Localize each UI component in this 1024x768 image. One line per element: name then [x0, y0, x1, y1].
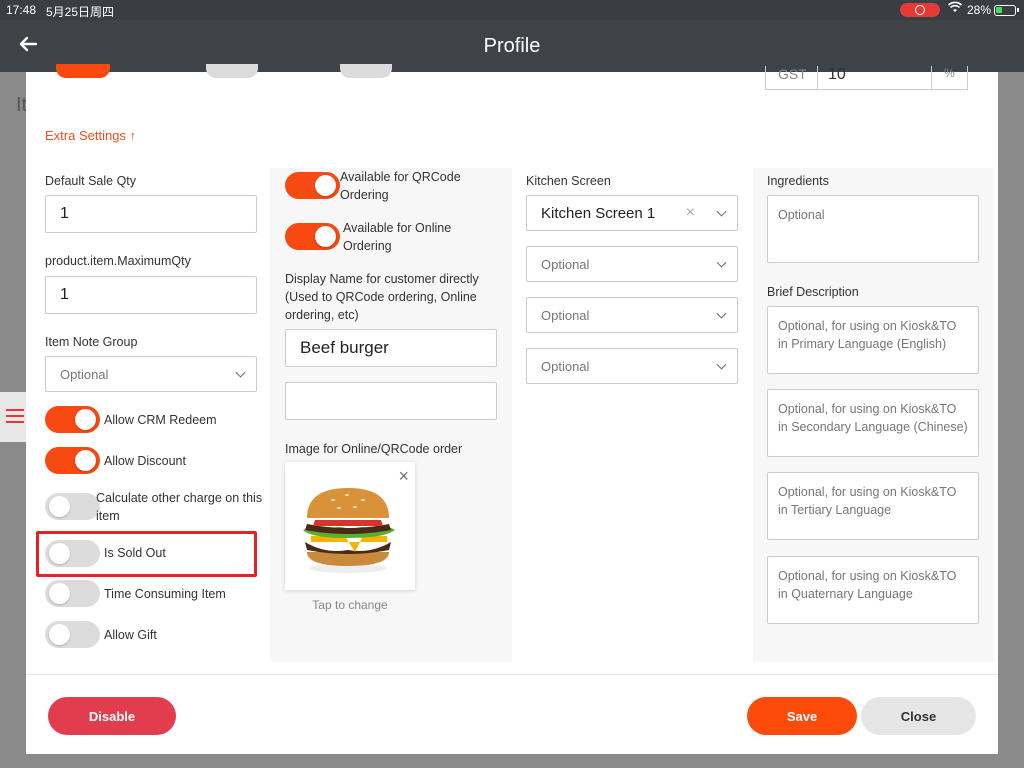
- product-image[interactable]: ×: [285, 462, 415, 590]
- burger-image: [303, 488, 395, 573]
- optional-placeholder: Optional: [541, 307, 590, 323]
- default-sale-qty-input[interactable]: 1: [45, 195, 257, 233]
- chevron-down-icon: [235, 367, 246, 378]
- status-bar: 17:48 5月25日周四 28%: [0, 0, 1024, 20]
- chevron-down-icon: [716, 257, 727, 268]
- status-time: 17:48: [6, 3, 37, 17]
- allow-gift-label: Allow Gift: [104, 628, 157, 642]
- time-consuming-item-toggle[interactable]: [45, 580, 100, 607]
- kitchen-screen-select-3[interactable]: Optional: [526, 297, 738, 333]
- default-sale-qty-label: Default Sale Qty: [45, 174, 137, 188]
- chevron-down-icon: [716, 359, 727, 370]
- partial-toggle[interactable]: [206, 64, 258, 78]
- close-button[interactable]: Close: [861, 697, 976, 735]
- modal-footer: Disable Save Close: [26, 674, 998, 754]
- brief-primary-input[interactable]: Optional, for using on Kiosk&TO in Prima…: [767, 306, 979, 374]
- optional-placeholder: Optional: [541, 256, 590, 272]
- settings-column-2: Available for QRCode Ordering Available …: [270, 168, 512, 662]
- highlight-box: [36, 531, 257, 577]
- kitchen-screen-select[interactable]: Kitchen Screen 1 ×: [526, 195, 738, 231]
- menu-icon[interactable]: [0, 392, 26, 442]
- wifi-icon: [947, 1, 963, 16]
- chevron-down-icon: [716, 206, 727, 217]
- display-name-input[interactable]: Beef burger: [285, 329, 497, 367]
- allow-gift-toggle[interactable]: [45, 621, 100, 648]
- online-ordering-toggle[interactable]: [285, 223, 340, 250]
- partial-toggle[interactable]: [340, 64, 392, 78]
- battery-percent: 28%: [967, 3, 992, 17]
- status-date: 5月25日周四: [46, 5, 115, 19]
- time-consuming-item-label: Time Consuming Item: [104, 587, 226, 601]
- gst-field[interactable]: GST 10 %: [765, 66, 968, 90]
- screen-record-icon: [900, 3, 940, 17]
- qrcode-ordering-label: Available for QRCode Ordering: [340, 170, 461, 202]
- image-label: Image for Online/QRCode order: [285, 442, 463, 456]
- allow-crm-redeem-toggle[interactable]: [45, 406, 100, 433]
- brief-secondary-input[interactable]: Optional, for using on Kiosk&TO in Secon…: [767, 389, 979, 457]
- max-qty-label: product.item.MaximumQty: [45, 254, 191, 268]
- kitchen-screen-select-2[interactable]: Optional: [526, 246, 738, 282]
- brief-quaternary-input[interactable]: Optional, for using on Kiosk&TO in Quate…: [767, 556, 979, 624]
- chevron-down-icon: [716, 308, 727, 319]
- gst-value[interactable]: 10: [828, 66, 846, 84]
- qrcode-ordering-toggle[interactable]: [285, 172, 340, 199]
- max-qty-input[interactable]: 1: [45, 276, 257, 314]
- clear-icon[interactable]: ×: [686, 204, 695, 222]
- battery-icon: [994, 5, 1019, 16]
- kitchen-screen-label: Kitchen Screen: [526, 174, 611, 188]
- tap-to-change-label[interactable]: Tap to change: [285, 598, 415, 612]
- gst-unit: %: [931, 66, 967, 89]
- remove-image-icon[interactable]: ×: [398, 466, 409, 487]
- kitchen-screen-value: Kitchen Screen 1: [541, 204, 656, 222]
- allow-discount-label: Allow Discount: [104, 454, 186, 468]
- item-note-group-select[interactable]: Optional: [45, 356, 257, 392]
- settings-column-3: Kitchen Screen Kitchen Screen 1 × Option…: [512, 168, 753, 662]
- item-profile-modal: GST 10 % Extra Settings ↑ Default Sale Q…: [26, 64, 998, 754]
- allow-crm-redeem-label: Allow CRM Redeem: [104, 413, 217, 427]
- allow-discount-toggle[interactable]: [45, 447, 100, 474]
- optional-placeholder: Optional: [541, 358, 590, 374]
- display-name-secondary-input[interactable]: [285, 382, 497, 420]
- disable-button[interactable]: Disable: [48, 697, 176, 735]
- settings-column-1: Default Sale Qty 1 product.item.MaximumQ…: [42, 168, 270, 662]
- save-button[interactable]: Save: [747, 697, 857, 735]
- ingredients-label: Ingredients: [767, 174, 829, 188]
- extra-settings-link[interactable]: Extra Settings ↑: [45, 128, 136, 143]
- settings-column-4: Ingredients Optional Brief Description O…: [753, 168, 994, 662]
- ingredients-input[interactable]: Optional: [767, 195, 979, 263]
- calculate-other-charge-label: Calculate other charge on this item: [96, 491, 263, 523]
- calculate-other-charge-toggle[interactable]: [45, 493, 100, 520]
- brief-tertiary-input[interactable]: Optional, for using on Kiosk&TO in Terti…: [767, 472, 979, 540]
- page-title: Profile: [483, 35, 541, 57]
- kitchen-screen-select-4[interactable]: Optional: [526, 348, 738, 384]
- brief-description-label: Brief Description: [767, 285, 859, 299]
- partial-toggle[interactable]: [56, 64, 110, 78]
- online-ordering-label: Available for Online Ordering: [343, 221, 452, 253]
- gst-label: GST: [766, 66, 818, 89]
- app-header: Profile: [0, 20, 1024, 72]
- item-note-group-label: Item Note Group: [45, 335, 138, 349]
- item-note-group-placeholder: Optional: [60, 366, 109, 382]
- display-name-label: Display Name for customer directly (Used…: [285, 272, 479, 322]
